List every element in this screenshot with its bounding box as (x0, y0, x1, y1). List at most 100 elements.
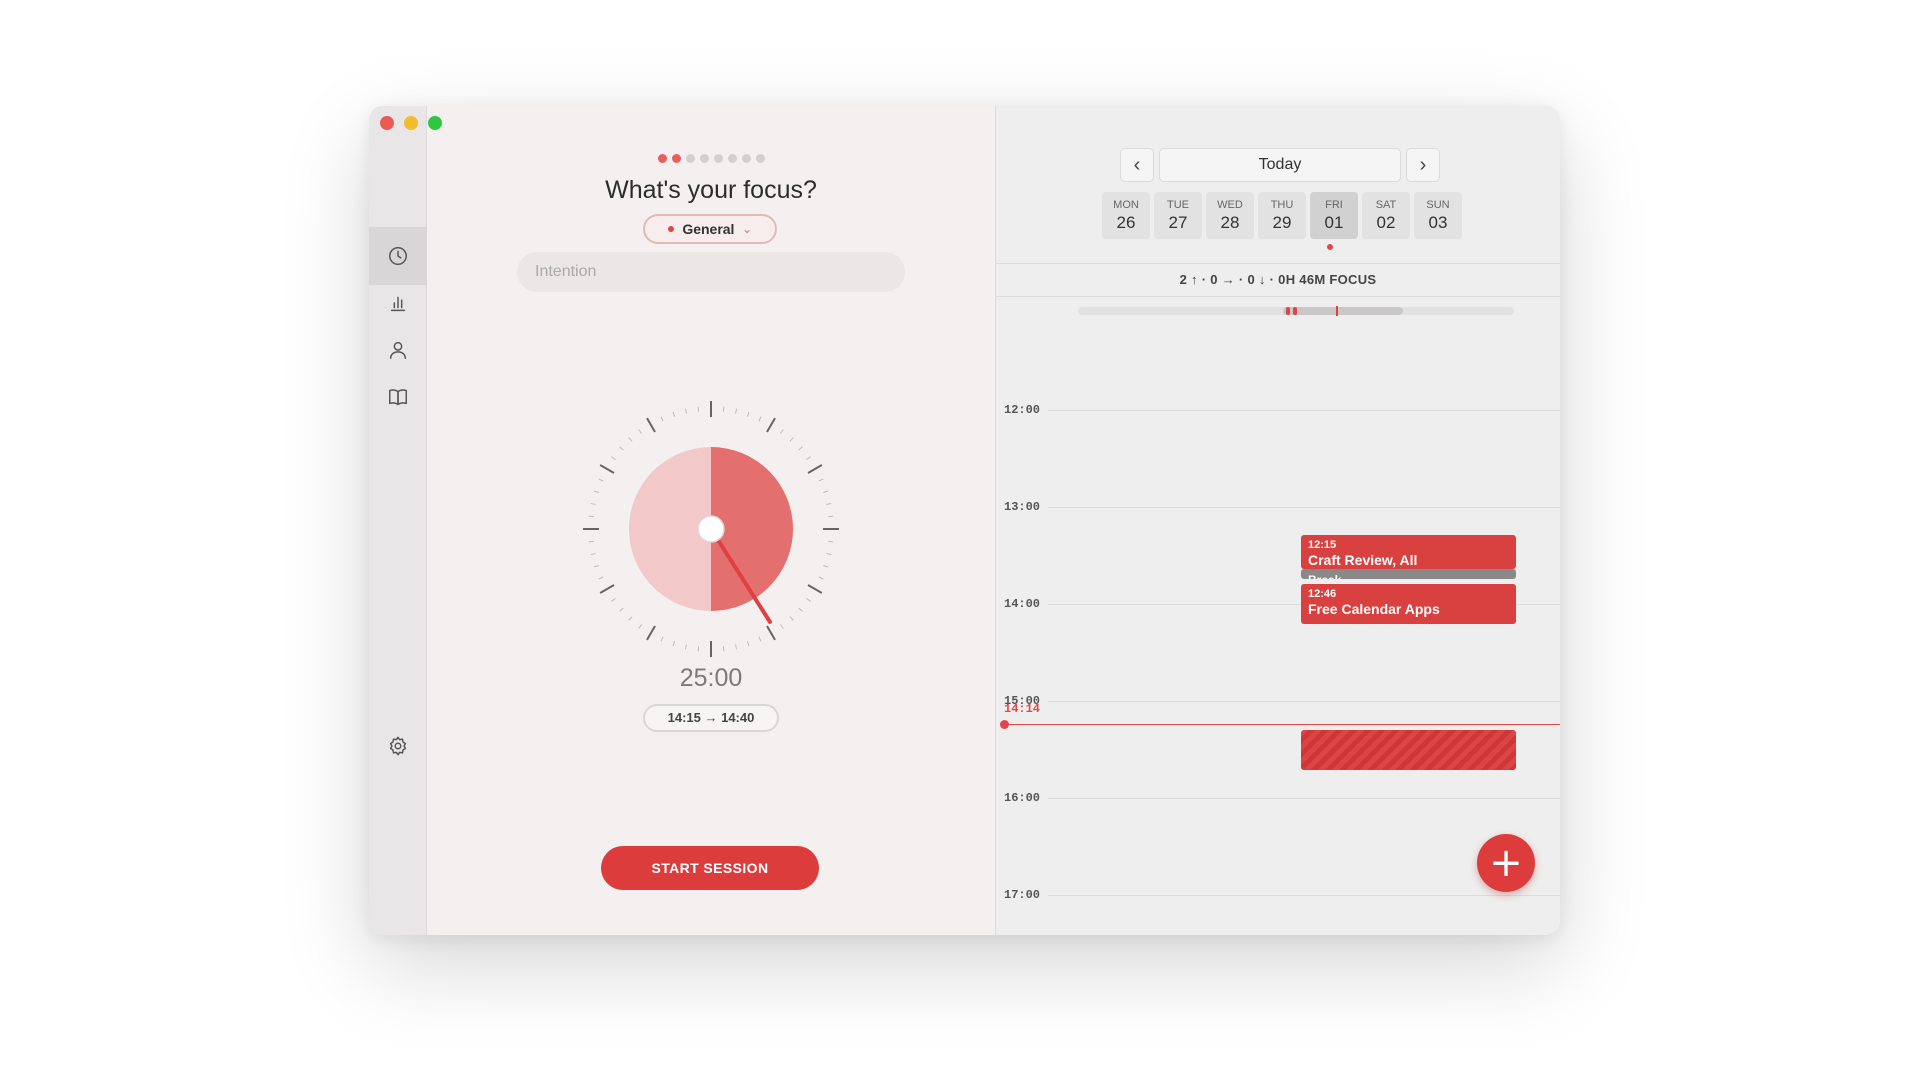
book-icon (389, 389, 407, 406)
current-time-label: 14:14 (1004, 702, 1041, 716)
day-name: WED (1217, 199, 1243, 211)
sidebar-item-journal[interactable] (369, 368, 427, 426)
dial-tick (823, 490, 829, 494)
dial-tick (611, 597, 616, 602)
day-cell-tue[interactable]: TUE 27 (1154, 192, 1202, 239)
day-date: 27 (1168, 213, 1188, 232)
intention-input[interactable] (517, 252, 905, 292)
dial-tick (598, 576, 604, 580)
dial-tick (735, 408, 738, 414)
day-name: MON (1113, 199, 1139, 211)
dial-tick (746, 641, 750, 647)
calendar-event[interactable]: 12:15 Craft Review, All (1301, 535, 1516, 569)
page-dot[interactable] (755, 154, 765, 163)
timer-duration: 25:00 (679, 664, 743, 692)
week-strip: MON 26 TUE 27 WED 28 THU 29 FRI 01 SAT 02 SUN 03 (1102, 192, 1462, 239)
day-name: SUN (1426, 199, 1450, 211)
current-time-dot (1000, 720, 1009, 729)
event-time: 12:15 (1308, 539, 1337, 551)
day-cell-mon[interactable]: MON 26 (1102, 192, 1150, 239)
calendar-panel: ‹ Today › MON 26 TUE 27 WED 28 THU 29 FRI 01 SAT 02… (995, 106, 1560, 935)
chevron-right-icon: › (1419, 153, 1427, 176)
day-cell-sun[interactable]: SUN 03 (1414, 192, 1462, 239)
event-time: 12:46 (1308, 588, 1337, 600)
dial-tick (798, 607, 803, 612)
dial-tick (590, 553, 596, 556)
dial-tick (672, 411, 676, 417)
dial-tick (684, 408, 687, 414)
hour-label: 12:00 (1004, 403, 1041, 417)
start-session-button[interactable]: START SESSION (601, 846, 819, 890)
event-name: Craft Review, All (1308, 552, 1418, 568)
hour-gridline (1048, 701, 1560, 702)
day-overview-range[interactable] (1283, 307, 1403, 315)
time-range-pill[interactable]: 14:15 → 14:40 (643, 704, 779, 732)
day-date: 29 (1272, 213, 1292, 232)
maximize-window-button[interactable] (428, 116, 442, 130)
dial-tick (646, 417, 656, 433)
window-controls (380, 116, 442, 130)
hour-gridline (1048, 410, 1560, 411)
minimize-window-button[interactable] (404, 116, 418, 130)
day-name: THU (1270, 199, 1294, 211)
date-navigation: ‹ Today › (1120, 148, 1440, 182)
dial-tick (735, 644, 738, 650)
day-overview-track (1078, 306, 1514, 316)
day-name: TUE (1167, 199, 1189, 211)
dial-tick (638, 624, 643, 629)
prev-day-button[interactable]: ‹ (1120, 148, 1154, 182)
hour-label: 14:00 (1004, 597, 1041, 611)
chevron-down-icon: ⌄ (742, 223, 752, 236)
dial-tick (722, 406, 725, 412)
hour-gridline (1048, 895, 1560, 896)
page-dot[interactable] (713, 154, 723, 163)
dial-tick (697, 646, 700, 652)
page-dot[interactable] (671, 154, 681, 163)
dial-tick (818, 576, 824, 580)
dial-tick (779, 624, 784, 629)
day-name: FRI (1325, 199, 1343, 211)
day-cell-wed[interactable]: WED 28 (1206, 192, 1254, 239)
dial-tick (798, 446, 803, 451)
dial-tick (746, 411, 750, 417)
hour-label: 17:00 (1004, 888, 1041, 902)
hour-gridline (1048, 798, 1560, 799)
add-event-button[interactable]: + (1477, 834, 1535, 892)
page-dot[interactable] (685, 154, 695, 163)
day-overview-event-mark (1293, 307, 1297, 315)
today-button[interactable]: Today (1159, 148, 1401, 182)
planned-session-block[interactable] (1301, 730, 1516, 770)
hour-row: 16:00 (996, 791, 1560, 805)
dial-tick (758, 636, 762, 642)
day-date: 28 (1220, 213, 1240, 232)
tag-selector[interactable]: General ⌄ (643, 214, 777, 244)
calendar-event[interactable]: 12:46 Free Calendar Apps (1301, 584, 1516, 624)
dial-tick (823, 564, 829, 568)
page-dot[interactable] (727, 154, 737, 163)
focus-stats: 2 ↑ · 0 → · 0 ↓ · 0H 46M FOCUS (996, 263, 1560, 297)
dial-tick (766, 625, 776, 641)
page-dot[interactable] (741, 154, 751, 163)
close-window-button[interactable] (380, 116, 394, 130)
dial-tick (722, 646, 725, 652)
dial-tick (807, 584, 823, 594)
sidebar-item-settings[interactable] (369, 717, 427, 775)
clock-icon (389, 247, 407, 265)
dial-tick (660, 416, 664, 422)
dial-tick (619, 607, 624, 612)
dial-tick (611, 456, 616, 461)
chart-icon (390, 296, 406, 312)
page-dot[interactable] (699, 154, 709, 163)
dial-knob (697, 515, 725, 543)
dial-tick (660, 636, 664, 642)
day-cell-thu[interactable]: THU 29 (1258, 192, 1306, 239)
timer-dial[interactable] (581, 399, 841, 659)
next-day-button[interactable]: › (1406, 148, 1440, 182)
tag-color-dot (668, 226, 675, 232)
break-event[interactable]: Break (1301, 569, 1516, 579)
dial-tick (807, 464, 823, 474)
day-cell-fri[interactable]: FRI 01 (1310, 192, 1358, 239)
hour-row: 17:00 (996, 888, 1560, 902)
day-cell-sat[interactable]: SAT 02 (1362, 192, 1410, 239)
page-dot[interactable] (657, 154, 667, 163)
